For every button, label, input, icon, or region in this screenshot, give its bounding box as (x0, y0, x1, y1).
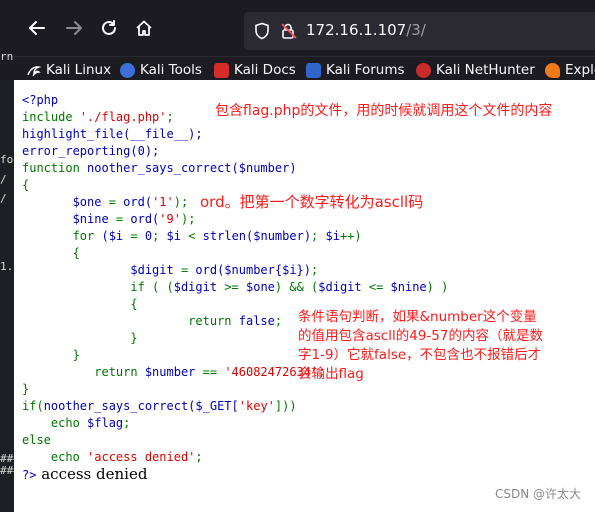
background-window-strip: rn fo. / / 1.j ### ### (0, 50, 20, 512)
code-line: function noother_says_correct($number) (22, 161, 297, 175)
annotation-line: 的值用包含ascll的49-57的内容（就是数 (298, 328, 543, 344)
code-line: include './flag.php'; (22, 110, 174, 124)
code-line: { (22, 297, 138, 311)
bookmark-kali-docs[interactable]: Kali Docs (214, 61, 296, 79)
bookmark-label: Exple (565, 62, 595, 78)
code-line: echo $flag; (22, 416, 131, 430)
browser-toolbar: 172.16.1.107/3/ (0, 0, 595, 56)
annotation-line: 会输出flag (298, 366, 364, 382)
bookmark-kali-nethunter[interactable]: Kali NetHunter (416, 61, 535, 79)
code-line: error_reporting(0); (22, 144, 160, 158)
annotation-line: 条件语句判断，如果&number这个变量 (298, 309, 537, 325)
back-button[interactable] (24, 15, 50, 41)
code-line: ?> access denied (22, 465, 148, 483)
page-output: access denied (36, 465, 148, 483)
code-line: if(noother_says_correct($_GET['key'])) (22, 399, 297, 413)
insecure-lock-icon[interactable] (280, 22, 298, 40)
code-line: if ( ($digit >= $one) && ($digit <= $nin… (22, 280, 449, 294)
csdn-watermark: CSDN @许太大 (494, 487, 581, 501)
code-line: } (22, 382, 30, 396)
arrow-right-icon (66, 21, 82, 35)
annotation-line: 字1-9）它就false，不包含也不报错后才 (298, 347, 542, 363)
kali-tools-icon (120, 62, 135, 78)
kali-docs-icon (214, 62, 229, 78)
exploit-db-icon (545, 62, 560, 78)
code-line: echo 'access denied'; (22, 450, 203, 464)
annotation-include: 包含flag.php的文件，用的时候就调用这个文件的内容 (215, 103, 553, 119)
code-line: { (22, 178, 30, 192)
url-path: /3/ (406, 21, 426, 39)
strip-text: rn (0, 50, 14, 63)
code-line: $digit = ord($number{$i}); (22, 263, 319, 277)
bookmark-kali-forums[interactable]: Kali Forums (306, 61, 405, 79)
bookmark-label: Kali NetHunter (436, 62, 535, 78)
code-line: { (22, 246, 80, 260)
kali-forums-icon (306, 62, 321, 78)
bookmark-kali-tools[interactable]: Kali Tools (120, 61, 202, 79)
kali-dragon-icon (26, 63, 42, 78)
strip-text: / (0, 173, 7, 186)
code-line: } (22, 348, 80, 362)
bookmark-label: Kali Linux (46, 62, 112, 78)
kali-nethunter-icon (416, 62, 431, 78)
code-line: return false; (22, 314, 283, 328)
code-line: else (22, 433, 51, 447)
bookmarks-bar: Kali Linux Kali Tools Kali Docs Kali For… (0, 56, 595, 81)
php-source-code: <?php include './flag.php'; highlight_fi… (22, 92, 448, 484)
forward-button[interactable] (61, 15, 87, 41)
code-line: highlight_file(__file__); (22, 127, 203, 141)
reload-icon (102, 20, 116, 35)
bookmark-kali-linux[interactable]: Kali Linux (26, 61, 111, 79)
bookmark-label: Kali Docs (234, 62, 296, 78)
code-line: <?php (22, 93, 59, 107)
code-line: $one = ord('1'); (22, 195, 189, 209)
bookmark-label: Kali Forums (326, 62, 405, 78)
page-content: <?php include './flag.php'; highlight_fi… (14, 80, 595, 512)
code-line: for ($i = 0; $i < strlen($number); $i++) (22, 229, 362, 243)
bookmark-exploit-db[interactable]: Exple (545, 61, 595, 79)
strip-text: / (0, 192, 7, 205)
home-icon (136, 20, 152, 36)
shield-icon[interactable] (254, 22, 270, 40)
bookmark-label: Kali Tools (140, 62, 202, 78)
url-host: 172.16.1.107 (306, 21, 407, 39)
url-text[interactable]: 172.16.1.107/3/ (306, 21, 426, 39)
annotation-condition: 条件语句判断，如果&number这个变量 的值用包含ascll的49-57的内容… (298, 308, 543, 384)
code-line: } (22, 331, 138, 345)
home-button[interactable] (131, 15, 157, 41)
code-line: $nine = ord('9'); (22, 212, 196, 226)
code-line: return $number == '46082472634'; (22, 365, 326, 379)
annotation-ord: ord。把第一个数字转化为ascll码 (200, 193, 424, 211)
url-bar[interactable]: 172.16.1.107/3/ (244, 12, 595, 50)
arrow-left-icon (29, 21, 45, 35)
reload-button[interactable] (96, 15, 122, 41)
